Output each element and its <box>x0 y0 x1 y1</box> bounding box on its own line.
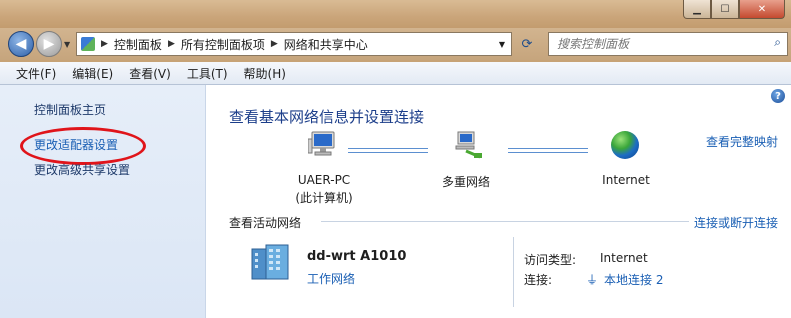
work-network-icon[interactable] <box>248 243 292 281</box>
vertical-divider <box>513 237 514 307</box>
help-icon[interactable]: ? <box>771 89 785 103</box>
breadcrumb-control-panel[interactable]: 控制面板 <box>114 36 162 53</box>
pc-sub-label: (此计算机) <box>295 191 353 205</box>
connection-label: 连接: <box>524 273 553 287</box>
minimize-icon[interactable]: ▁ <box>683 0 711 19</box>
breadcrumb-separator-icon[interactable]: ▶ <box>101 39 108 49</box>
page-title: 查看基本网络信息并设置连接 <box>229 108 425 126</box>
connection-link[interactable]: ⏚ 本地连接 2 <box>586 271 663 288</box>
breadcrumb-separator-icon[interactable]: ▶ <box>271 39 278 49</box>
menu-tools[interactable]: 工具(T) <box>187 65 228 82</box>
main-panel: ? 查看基本网络信息并设置连接 查看完整映射 UAER-PC (此计算机) 多重… <box>206 85 791 318</box>
recent-pages-dropdown-icon[interactable]: ▼ <box>64 40 70 49</box>
sidebar-item-home[interactable]: 控制面板主页 <box>34 101 106 118</box>
pc-name-label: UAER-PC <box>297 173 351 187</box>
forward-button[interactable]: ▶ <box>36 31 62 57</box>
multiple-networks-icon <box>455 131 482 159</box>
search-box[interactable]: ⌕ <box>548 32 788 56</box>
access-type-label: 访问类型: <box>524 253 577 267</box>
breadcrumb-all-items[interactable]: 所有控制面板项 <box>181 36 265 53</box>
sidebar: 控制面板主页 更改适配器设置 更改高级共享设置 <box>0 85 206 318</box>
breadcrumb-separator-icon[interactable]: ▶ <box>168 39 175 49</box>
active-networks-heading: 查看活动网络 <box>229 216 302 230</box>
section-divider <box>321 221 689 222</box>
maximize-icon[interactable]: ☐ <box>711 0 739 19</box>
ethernet-icon: ⏚ <box>586 273 599 287</box>
connect-disconnect-link[interactable]: 连接或断开连接 <box>694 214 778 231</box>
menu-view[interactable]: 查看(V) <box>129 65 171 82</box>
map-link-line <box>508 148 588 153</box>
multiple-networks-label[interactable]: 多重网络 <box>426 173 506 190</box>
address-dropdown-icon[interactable]: ▼ <box>499 40 505 49</box>
menu-bar: 文件(F) 编辑(E) 查看(V) 工具(T) 帮助(H) <box>0 62 791 85</box>
menu-help[interactable]: 帮助(H) <box>244 65 286 82</box>
menu-edit[interactable]: 编辑(E) <box>72 65 113 82</box>
back-button[interactable]: ◀ <box>8 31 34 57</box>
network-name: dd-wrt A1010 <box>307 249 407 264</box>
connection-value[interactable]: 本地连接 2 <box>604 273 663 287</box>
refresh-icon[interactable]: ⟳ <box>516 34 538 54</box>
view-full-map-link[interactable]: 查看完整映射 <box>706 133 778 150</box>
control-panel-icon <box>81 37 95 51</box>
computer-icon <box>308 131 335 156</box>
access-type-value: Internet <box>600 251 648 265</box>
title-bar: ▁ ☐ ✕ <box>0 0 791 28</box>
window-controls: ▁ ☐ ✕ <box>683 0 785 19</box>
breadcrumb-network-center[interactable]: 网络和共享中心 <box>284 36 368 53</box>
internet-label[interactable]: Internet <box>591 173 661 187</box>
map-link-line <box>348 148 428 153</box>
address-bar[interactable]: ▶ 控制面板 ▶ 所有控制面板项 ▶ 网络和共享中心 ▼ <box>76 32 512 56</box>
sidebar-item-adapter-settings[interactable]: 更改适配器设置 <box>34 136 118 153</box>
navigation-bar: ◀ ▶ ▼ ▶ 控制面板 ▶ 所有控制面板项 ▶ 网络和共享中心 ▼ ⟳ ⌕ <box>0 28 791 60</box>
sidebar-item-sharing-settings[interactable]: 更改高级共享设置 <box>34 161 130 178</box>
search-input[interactable] <box>555 36 764 52</box>
search-icon[interactable]: ⌕ <box>774 35 781 50</box>
menu-file[interactable]: 文件(F) <box>16 65 56 82</box>
close-icon[interactable]: ✕ <box>739 0 785 19</box>
network-type-link[interactable]: 工作网络 <box>307 270 355 287</box>
globe-icon <box>611 131 639 159</box>
